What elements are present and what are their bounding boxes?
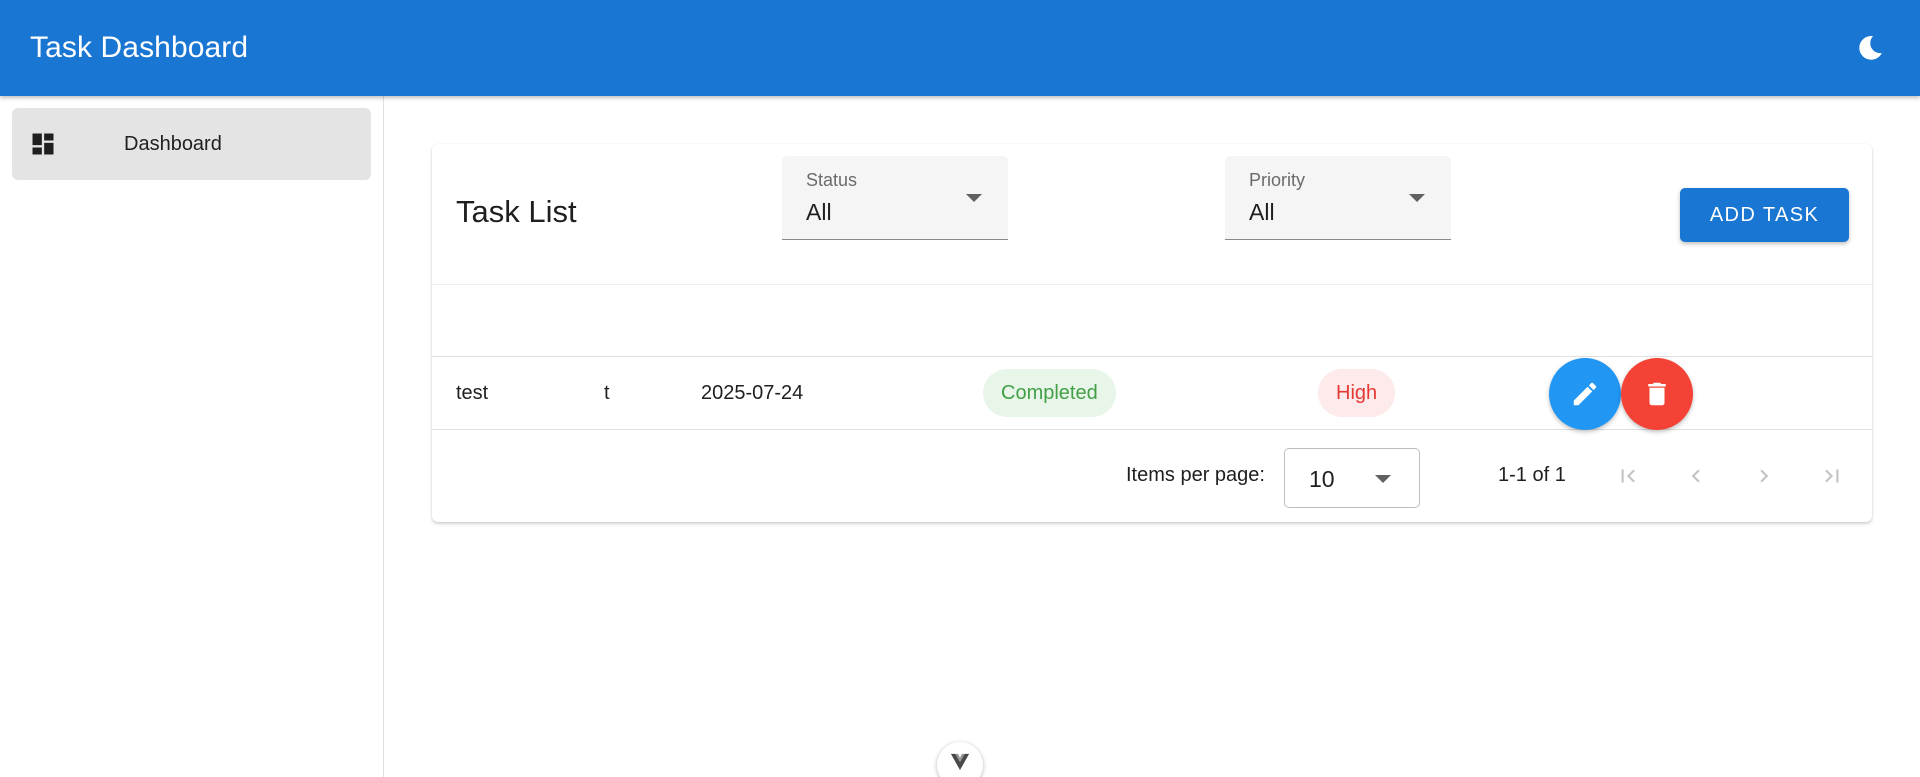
priority-filter-select[interactable]: Priority All: [1225, 156, 1451, 240]
table-header: [432, 284, 1872, 357]
chevron-down-icon: [1375, 475, 1391, 483]
items-per-page-value: 10: [1309, 466, 1335, 492]
theme-toggle-button[interactable]: [1850, 28, 1890, 68]
priority-badge: High: [1318, 369, 1396, 417]
status-filter-select[interactable]: Status All: [782, 156, 1008, 240]
chevron-down-icon: [1409, 194, 1425, 202]
card-title: Task List: [456, 194, 577, 229]
pencil-icon: [1573, 382, 1597, 406]
first-page-icon: [1621, 469, 1635, 483]
task-status-cell: Completed: [983, 357, 1116, 429]
task-priority-cell: High: [1318, 357, 1396, 429]
task-description-cell: t: [604, 381, 610, 404]
next-page-icon: [1760, 469, 1769, 483]
trash-icon: [1648, 382, 1666, 406]
status-badge: Completed: [983, 369, 1116, 417]
add-task-button[interactable]: ADD TASK: [1680, 188, 1849, 242]
sidebar-item-dashboard[interactable]: Dashboard: [12, 108, 371, 180]
task-due-date-cell: 2025-07-24: [701, 381, 804, 404]
chevron-down-icon: [966, 194, 982, 202]
priority-filter-label: Priority: [1249, 170, 1306, 190]
app-title: Task Dashboard: [30, 31, 249, 64]
last-page-button[interactable]: [1810, 454, 1854, 498]
delete-task-button[interactable]: [1621, 358, 1693, 430]
vue-logo-icon: [950, 753, 970, 771]
dashboard-icon: [28, 129, 58, 159]
devtools-toggle-button[interactable]: [937, 742, 983, 777]
priority-filter-value: All: [1249, 199, 1275, 225]
moon-icon: [1859, 35, 1882, 60]
status-filter-label: Status: [806, 170, 858, 190]
app-bar: Task Dashboard: [0, 0, 1920, 96]
previous-page-button[interactable]: [1674, 454, 1718, 498]
sidebar-item-label: Dashboard: [124, 132, 222, 155]
previous-page-icon: [1691, 469, 1700, 483]
pagination-range: 1-1 of 1: [1498, 464, 1566, 486]
items-per-page-select[interactable]: 10: [1284, 448, 1420, 508]
status-filter-value: All: [806, 199, 832, 225]
task-title-cell: test: [456, 381, 489, 404]
items-per-page-label: Items per page:: [1126, 464, 1265, 486]
table-row: test t 2025-07-24 Completed High: [432, 357, 1872, 430]
next-page-button[interactable]: [1742, 454, 1786, 498]
edit-task-button[interactable]: [1549, 358, 1621, 430]
last-page-icon: [1825, 469, 1839, 483]
pagination: Items per page: 10 1-1 of 1: [432, 430, 1872, 522]
sidebar: Dashboard: [0, 96, 384, 777]
task-list-card: Task List Status All Priority All ADD TA…: [432, 144, 1872, 522]
first-page-button[interactable]: [1606, 454, 1650, 498]
